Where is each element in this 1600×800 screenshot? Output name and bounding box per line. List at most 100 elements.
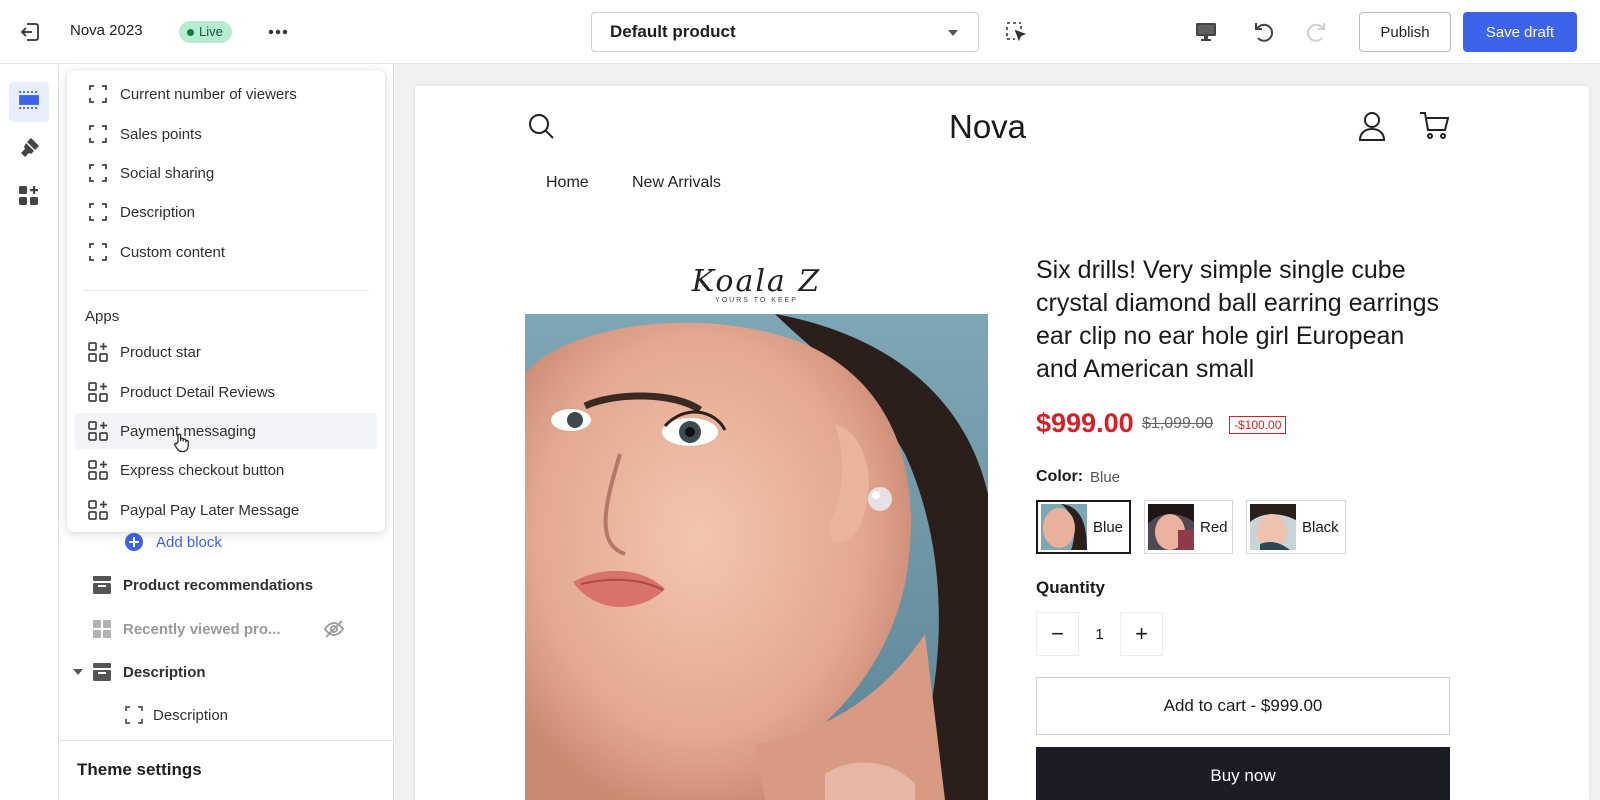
app-block-icon [87, 499, 109, 521]
app-block-icon [87, 381, 109, 403]
grid-icon [91, 618, 113, 640]
nav-link-home[interactable]: Home [546, 174, 589, 192]
nav-link-new-arrivals[interactable]: New Arrivals [632, 174, 721, 192]
popover-block-item[interactable]: Description [75, 194, 377, 230]
popover-app-item[interactable]: Payment messaging [75, 413, 377, 453]
brand-logo-image: Koala Z YOURS TO KEEP [525, 256, 988, 314]
popover-item-label: Social sharing [120, 164, 215, 182]
add-circle-icon [123, 531, 145, 553]
editor-icon-rail [0, 64, 59, 800]
swatch-thumbnail [1250, 504, 1296, 550]
section-icon [91, 661, 113, 683]
inspector-select-icon[interactable] [1004, 20, 1028, 44]
popover-item-label: Express checkout button [120, 461, 285, 479]
chevron-down-icon [948, 30, 958, 36]
undo-icon[interactable] [1250, 19, 1276, 45]
color-option-label: Color: [1036, 468, 1084, 485]
quantity-label: Quantity [1036, 578, 1105, 597]
eye-hidden-icon[interactable] [323, 618, 345, 644]
status-dot-icon [187, 28, 194, 36]
popover-item-label: Product star [120, 343, 201, 361]
quantity-value[interactable]: 1 [1079, 612, 1120, 656]
theme-styles-tab[interactable] [9, 130, 49, 170]
preview-canvas: Nova Home New Arrivals Koala Z YOURS TO … [395, 64, 1600, 800]
theme-name: Nova 2023 [70, 22, 143, 39]
buy-now-button[interactable]: Buy now [1036, 747, 1450, 800]
add-to-cart-button[interactable]: Add to cart - $999.00 [1036, 677, 1450, 735]
search-icon[interactable] [527, 112, 555, 140]
template-select[interactable]: Default product [591, 12, 979, 52]
popover-block-item[interactable]: Sales points [75, 116, 377, 152]
live-status-badge: Live [179, 21, 232, 43]
section-item-description[interactable]: Description [59, 652, 394, 692]
redo-icon[interactable] [1304, 19, 1330, 45]
product-photo [525, 314, 988, 800]
color-swatch-black[interactable]: Black [1246, 500, 1346, 554]
section-item-product-recommendations[interactable]: Product recommendations [59, 565, 394, 605]
block-placeholder-icon [87, 123, 109, 145]
popover-block-item[interactable]: Current number of viewers [75, 76, 377, 112]
color-swatch-blue[interactable]: Blue [1036, 500, 1131, 554]
brand-tagline: YOURS TO KEEP [715, 296, 798, 304]
quantity-stepper: − 1 + [1036, 612, 1163, 656]
section-item-label: Description [123, 663, 206, 681]
discount-badge: -$100.00 [1229, 416, 1287, 434]
live-status-label: Live [199, 24, 223, 39]
sections-tab[interactable] [9, 82, 49, 122]
apps-tab[interactable] [9, 178, 49, 218]
popover-block-item[interactable]: Custom content [75, 234, 377, 270]
paint-brush-icon [17, 136, 41, 165]
theme-settings-header[interactable]: Theme settings [59, 740, 394, 800]
swatch-thumbnail [1148, 504, 1194, 550]
popover-app-item[interactable]: Paypal Pay Later Message [75, 492, 377, 528]
popover-app-item[interactable]: Product Detail Reviews [75, 374, 377, 410]
more-actions-icon[interactable] [265, 20, 291, 44]
top-bar: Nova 2023 Live Default product Publish S… [0, 0, 1600, 64]
publish-button[interactable]: Publish [1359, 12, 1451, 52]
popover-item-label: Description [120, 203, 196, 221]
swatch-label: Black [1302, 518, 1339, 536]
expand-caret-icon[interactable] [73, 669, 83, 675]
add-block-popover: Current number of viewers Sales points S… [67, 70, 385, 532]
add-block-label: Add block [156, 533, 222, 551]
popover-block-item[interactable]: Social sharing [75, 155, 377, 191]
exit-icon[interactable] [18, 20, 42, 44]
popover-app-item[interactable]: Product star [75, 334, 377, 370]
template-select-value: Default product [610, 22, 736, 41]
popover-item-label: Sales points [120, 125, 202, 143]
desktop-view-icon[interactable] [1193, 19, 1219, 45]
product-title: Six drills! Very simple single cube crys… [1036, 256, 1439, 383]
swatch-label: Red [1200, 518, 1228, 536]
block-placeholder-icon [123, 704, 145, 726]
cart-icon[interactable] [1418, 110, 1450, 140]
popover-item-label: Product Detail Reviews [120, 383, 276, 401]
block-item-label: Description [153, 706, 229, 724]
block-placeholder-icon [87, 201, 109, 223]
color-option-value: Blue [1090, 469, 1121, 486]
apps-heading: Apps [85, 308, 120, 325]
popover-app-item[interactable]: Express checkout button [75, 452, 377, 488]
swatch-thumbnail [1041, 504, 1087, 550]
popover-item-label: Paypal Pay Later Message [120, 501, 300, 519]
product-price: $999.00 [1036, 408, 1134, 438]
brand-script: Koala Z [691, 263, 822, 299]
theme-settings-label: Theme settings [77, 760, 202, 779]
save-draft-button[interactable]: Save draft [1463, 12, 1577, 52]
store-logo[interactable]: Nova [949, 108, 1026, 146]
app-block-icon [87, 459, 109, 481]
apps-plus-icon [17, 184, 41, 213]
popover-divider [85, 290, 369, 291]
quantity-minus-icon[interactable]: − [1036, 612, 1079, 656]
block-placeholder-icon [87, 83, 109, 105]
block-item-description[interactable]: Description [59, 695, 394, 735]
product-media[interactable]: Koala Z YOURS TO KEEP [525, 256, 988, 800]
block-placeholder-icon [87, 241, 109, 263]
section-item-recently-viewed[interactable]: Recently viewed pro... [59, 609, 394, 649]
section-icon [91, 574, 113, 596]
account-icon[interactable] [1357, 110, 1387, 142]
popover-item-label: Current number of viewers [120, 85, 297, 103]
section-item-label: Recently viewed pro... [123, 620, 281, 638]
quantity-plus-icon[interactable]: + [1120, 612, 1163, 656]
color-swatch-red[interactable]: Red [1144, 500, 1233, 554]
app-block-icon [87, 341, 109, 363]
